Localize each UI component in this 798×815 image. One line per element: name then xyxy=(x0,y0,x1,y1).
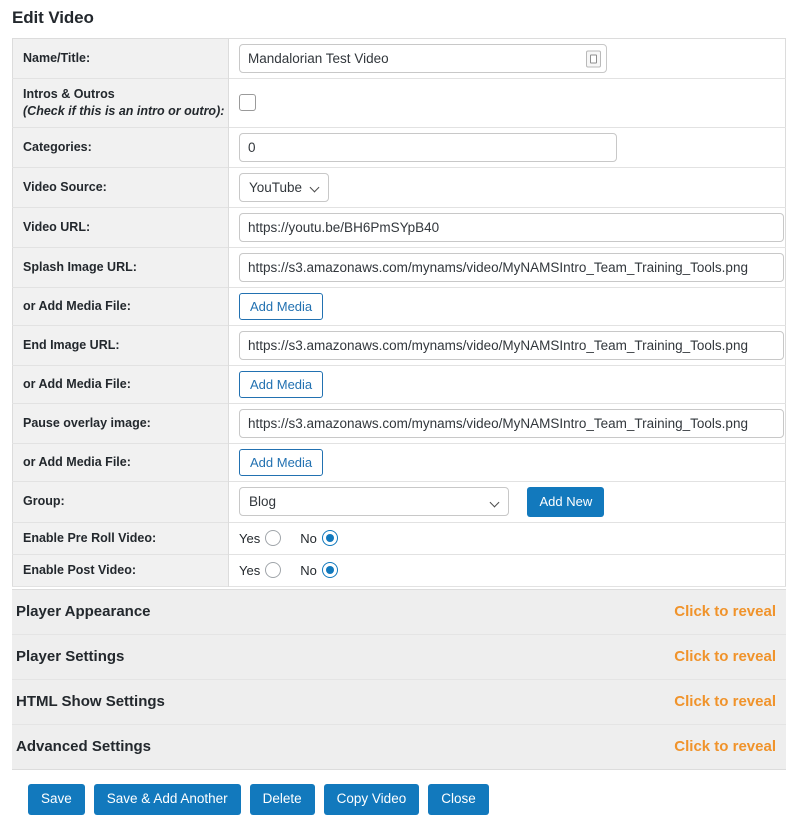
save-button[interactable]: Save xyxy=(28,783,85,815)
intros-outros-checkbox[interactable] xyxy=(239,94,256,112)
form-action-bar: Save Save & Add Another Delete Copy Vide… xyxy=(12,783,786,815)
pre-roll-no-radio[interactable] xyxy=(321,530,338,547)
enable-pre-roll-radio-group: Yes No xyxy=(239,530,785,547)
form-row-video-source: Video Source: YouTube xyxy=(12,167,786,208)
end-image-url-input[interactable] xyxy=(239,330,784,360)
form-row-enable-pre-roll: Enable Pre Roll Video: Yes No xyxy=(12,522,786,555)
value-video-source: YouTube xyxy=(228,167,786,208)
accordion-title-advanced-settings: Advanced Settings xyxy=(16,738,152,756)
accordion-section-player-settings[interactable]: Player Settings Click to reveal xyxy=(12,635,786,680)
pre-roll-no-label: No xyxy=(300,530,317,546)
accordion-reveal-advanced-settings[interactable]: Click to reveal xyxy=(674,738,776,755)
name-title-input[interactable] xyxy=(239,44,607,73)
form-row-end-add-media: or Add Media File: Add Media xyxy=(12,365,786,404)
form-row-intros-outros: Intros & Outros (Check if this is an int… xyxy=(12,78,786,128)
label-pause-add-media: or Add Media File: xyxy=(12,443,229,482)
value-splash-image-url xyxy=(228,247,786,288)
edit-video-page: Edit Video Name/Title: Intros & Outros (… xyxy=(0,8,798,815)
value-end-add-media: Add Media xyxy=(228,365,786,404)
label-video-source: Video Source: xyxy=(12,167,229,208)
post-video-no-radio[interactable] xyxy=(321,562,338,579)
accordion-section-html-show-settings[interactable]: HTML Show Settings Click to reveal xyxy=(12,680,786,725)
add-media-button-pause[interactable]: Add Media xyxy=(239,448,324,476)
form-row-splash-add-media: or Add Media File: Add Media xyxy=(12,287,786,326)
form-row-pause-add-media: or Add Media File: Add Media xyxy=(12,443,786,482)
chevron-down-icon xyxy=(311,184,319,192)
value-video-url xyxy=(228,207,786,248)
video-source-selected-value: YouTube xyxy=(249,179,303,195)
page-title: Edit Video xyxy=(12,8,94,27)
value-enable-pre-roll: Yes No xyxy=(228,522,786,555)
value-enable-post-video: Yes No xyxy=(228,554,786,587)
form-row-categories: Categories: xyxy=(12,127,786,168)
close-button[interactable]: Close xyxy=(428,783,489,815)
value-categories xyxy=(228,127,786,168)
settings-accordion: Player Appearance Click to reveal Player… xyxy=(12,588,786,770)
label-splash-add-media: or Add Media File: xyxy=(12,287,229,326)
form-row-end-image-url: End Image URL: xyxy=(12,325,786,366)
pre-roll-yes-radio[interactable] xyxy=(265,530,282,547)
form-row-name-title: Name/Title: xyxy=(12,38,786,79)
label-end-image-url: End Image URL: xyxy=(12,325,229,366)
enable-post-video-radio-group: Yes No xyxy=(239,562,785,579)
chevron-down-icon xyxy=(491,499,499,507)
accordion-section-player-appearance[interactable]: Player Appearance Click to reveal xyxy=(12,590,786,635)
accordion-title-html-show-settings: HTML Show Settings xyxy=(16,693,165,711)
video-url-input[interactable] xyxy=(239,212,784,242)
value-intros-outros xyxy=(228,78,786,128)
label-group: Group: xyxy=(12,481,229,523)
save-and-add-another-button[interactable]: Save & Add Another xyxy=(93,783,241,815)
value-group: Blog Add New xyxy=(228,481,786,523)
label-intros-outros: Intros & Outros (Check if this is an int… xyxy=(12,78,229,128)
pause-overlay-image-input[interactable] xyxy=(239,408,784,438)
post-video-no-label: No xyxy=(300,562,317,578)
add-media-button-splash[interactable]: Add Media xyxy=(239,292,324,320)
form-row-pause-overlay-image: Pause overlay image: xyxy=(12,403,786,444)
value-pause-add-media: Add Media xyxy=(228,443,786,482)
value-end-image-url xyxy=(228,325,786,366)
label-name-title: Name/Title: xyxy=(12,38,229,79)
value-splash-add-media: Add Media xyxy=(228,287,786,326)
label-enable-post-video: Enable Post Video: xyxy=(12,554,229,587)
categories-input[interactable] xyxy=(239,132,617,162)
label-end-add-media: or Add Media File: xyxy=(12,365,229,404)
splash-image-url-input[interactable] xyxy=(239,252,784,282)
edit-video-form-table: Name/Title: Intros & Outros (Check if th… xyxy=(12,38,786,587)
accordion-reveal-player-settings[interactable]: Click to reveal xyxy=(674,648,776,665)
post-video-yes-label: Yes xyxy=(239,562,261,578)
label-video-url: Video URL: xyxy=(12,207,229,248)
form-row-video-url: Video URL: xyxy=(12,207,786,248)
accordion-reveal-html-show-settings[interactable]: Click to reveal xyxy=(674,693,776,710)
group-selected-value: Blog xyxy=(249,494,277,510)
label-enable-pre-roll: Enable Pre Roll Video: xyxy=(12,522,229,555)
label-pause-overlay-image: Pause overlay image: xyxy=(12,403,229,444)
copy-video-button[interactable]: Copy Video xyxy=(323,783,420,815)
label-intros-outros-main: Intros & Outros xyxy=(23,87,115,101)
form-row-enable-post-video: Enable Post Video: Yes No xyxy=(12,554,786,587)
pre-roll-yes-label: Yes xyxy=(239,530,261,546)
accordion-title-player-appearance: Player Appearance xyxy=(16,603,151,621)
video-source-select[interactable]: YouTube xyxy=(239,172,330,202)
add-media-button-end[interactable]: Add Media xyxy=(239,370,324,398)
post-video-yes-radio[interactable] xyxy=(265,562,282,579)
accordion-reveal-player-appearance[interactable]: Click to reveal xyxy=(674,603,776,620)
accordion-title-player-settings: Player Settings xyxy=(16,648,125,666)
form-row-group: Group: Blog Add New xyxy=(12,481,786,523)
form-row-splash-image-url: Splash Image URL: xyxy=(12,247,786,288)
add-new-group-button[interactable]: Add New xyxy=(527,486,605,518)
delete-button[interactable]: Delete xyxy=(249,783,315,815)
name-title-wrapper xyxy=(239,44,607,73)
value-name-title xyxy=(228,38,786,79)
value-pause-overlay-image xyxy=(228,403,786,444)
label-intros-outros-note: (Check if this is an intro or outro): xyxy=(23,103,225,118)
label-splash-image-url: Splash Image URL: xyxy=(12,247,229,288)
group-select[interactable]: Blog xyxy=(239,487,509,517)
accordion-section-advanced-settings[interactable]: Advanced Settings Click to reveal xyxy=(12,725,786,770)
label-categories: Categories: xyxy=(12,127,229,168)
resize-grip-icon[interactable] xyxy=(586,50,601,67)
